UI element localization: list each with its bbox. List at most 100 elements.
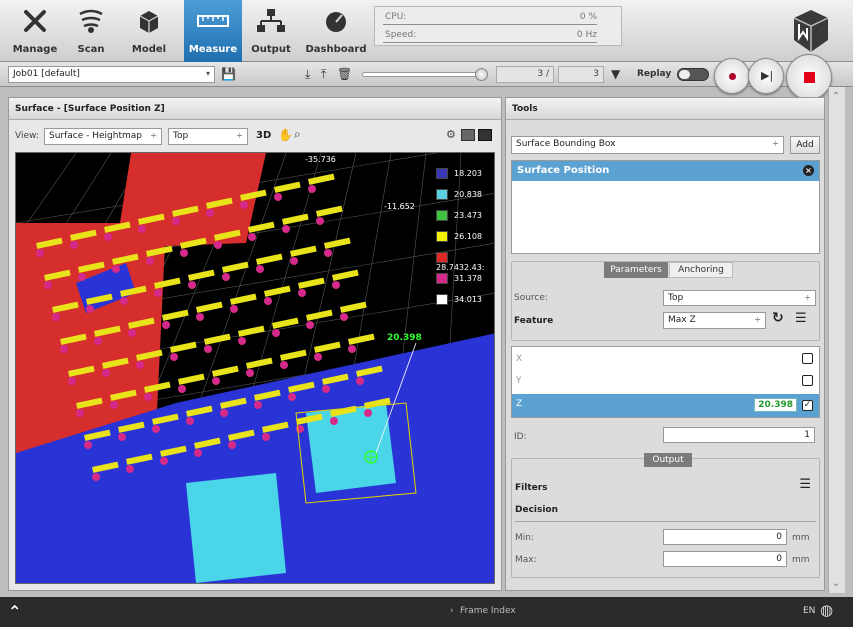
pin-tip — [136, 361, 144, 369]
pin-tip — [322, 385, 330, 393]
nav-model-label: Model — [131, 44, 167, 55]
upload-icon[interactable]: ⤒ — [321, 66, 326, 82]
speed-label: Speed: — [385, 30, 417, 40]
min-input[interactable]: 0 — [663, 529, 787, 545]
pin-tip — [248, 233, 256, 241]
legend-swatch — [436, 210, 448, 221]
pin-tip — [288, 393, 296, 401]
nav-manage[interactable]: Manage — [6, 0, 64, 62]
pin-tip — [102, 369, 110, 377]
pin-segment — [323, 237, 351, 249]
id-label: ID: — [514, 432, 527, 442]
view-mode-value: Surface - Heightmap — [49, 131, 143, 141]
download-icon[interactable]: ⤓ — [305, 66, 310, 82]
add-tool-button[interactable]: Add — [790, 136, 820, 154]
pin-tip — [146, 257, 154, 265]
hand-icon[interactable]: ✋ — [278, 128, 293, 142]
close-icon[interactable]: × — [803, 165, 814, 176]
pin-segment — [188, 269, 215, 281]
z-row[interactable]: Z 20.398 ✓ — [512, 394, 819, 417]
step-button[interactable]: ▶| — [748, 58, 784, 94]
nav-model[interactable]: Model — [120, 0, 178, 62]
nav-scan[interactable]: Scan — [62, 0, 120, 62]
expand-up-icon[interactable]: ⌃ — [8, 602, 21, 621]
mode-3d-button[interactable]: 3D — [256, 130, 271, 141]
language-label[interactable]: EN — [803, 606, 815, 616]
pin-tip — [298, 289, 306, 297]
nav-output[interactable]: Output — [242, 0, 300, 62]
max-label: Max: — [515, 555, 537, 565]
trash-icon[interactable]: 🗑 — [337, 66, 352, 82]
view-source-select[interactable]: Top ÷ — [168, 128, 248, 145]
frame-total-value: 3 — [593, 69, 599, 79]
heightmap-3d-view[interactable]: -35.736 -11.652 20.398 18.203 20.838 23.… — [15, 152, 495, 584]
pin-tip — [170, 353, 178, 361]
pin-tip — [84, 441, 92, 449]
cpu-line: CPU: 0 % — [383, 10, 597, 25]
layout-icon[interactable] — [461, 129, 475, 141]
refresh-icon[interactable]: ↻ — [772, 310, 784, 326]
view-mode-select[interactable]: Surface - Heightmap ÷ — [44, 128, 162, 145]
replay-label: Replay — [637, 69, 672, 79]
job-select[interactable]: Job01 [default] ▾ — [8, 66, 215, 83]
x-checkbox[interactable] — [802, 353, 813, 364]
chevron-down-icon: ÷ — [236, 131, 243, 140]
pin-tip — [348, 345, 356, 353]
source-select[interactable]: Top ÷ — [663, 290, 816, 306]
filter-icon[interactable]: ▼ — [611, 66, 620, 82]
toggle-knob — [679, 70, 690, 79]
frame-slider[interactable] — [362, 68, 488, 81]
replay-toggle[interactable] — [677, 68, 709, 81]
legend-item: 34.013 — [436, 294, 482, 308]
globe-icon[interactable]: ◍ — [820, 601, 833, 619]
y-checkbox[interactable] — [802, 375, 813, 386]
chevron-down-icon: ▾ — [205, 69, 210, 78]
scroll-up-icon[interactable]: ⌃ — [832, 91, 840, 102]
z-checkbox-checked-icon[interactable]: ✓ — [802, 400, 813, 411]
slider-handle[interactable] — [475, 68, 488, 81]
legend-value: 20.838 — [454, 190, 482, 199]
id-input[interactable]: 1 — [663, 427, 815, 443]
pin-tip — [110, 401, 118, 409]
list-icon[interactable]: ☰ — [795, 311, 807, 326]
tab-anchoring[interactable]: Anchoring — [669, 262, 733, 278]
pin-tip — [230, 305, 238, 313]
nav-dashboard[interactable]: Dashboard — [304, 0, 368, 62]
tool-type-value: Surface Bounding Box — [516, 139, 616, 149]
magnifier-icon[interactable]: ⌕ — [294, 127, 301, 142]
pin-tip — [332, 281, 340, 289]
scroll-down-icon[interactable]: ⌄ — [832, 578, 840, 589]
tool-list-item-surface-position[interactable]: Surface Position × — [512, 161, 819, 181]
pin-tip — [316, 217, 324, 225]
pin-tip — [44, 281, 52, 289]
nav-measure-label: Measure — [188, 44, 238, 55]
window-icon[interactable] — [478, 129, 492, 141]
cpu-label: CPU: — [385, 12, 407, 22]
pin-tip — [364, 409, 372, 417]
tab-parameters[interactable]: Parameters — [604, 262, 668, 278]
ruler-icon — [197, 15, 229, 27]
frame-current-input[interactable]: 3 / — [496, 66, 554, 83]
frame-current-value: 3 / — [537, 69, 549, 79]
output-tab[interactable]: Output — [644, 453, 692, 467]
settings-icon[interactable]: ⚙ — [446, 128, 456, 141]
network-icon — [257, 9, 285, 32]
pin-segment — [348, 333, 375, 345]
right-scrollbar[interactable]: ⌃ ⌄ — [828, 87, 845, 593]
pin-tip — [162, 321, 170, 329]
stop-button[interactable] — [786, 54, 832, 100]
pin-tip — [68, 377, 76, 385]
pin-tip — [120, 297, 128, 305]
save-icon[interactable]: 💾 — [221, 66, 236, 82]
status-bar: ⌃ › Frame Index EN ◍ — [0, 597, 853, 627]
chevron-down-icon: ÷ — [150, 131, 157, 140]
frame-index-toggle[interactable]: Frame Index — [460, 606, 516, 616]
feature-select[interactable]: Max Z ÷ — [663, 312, 766, 329]
filter-list-icon[interactable]: ☰ — [799, 477, 811, 492]
record-button[interactable] — [714, 58, 750, 94]
nav-measure[interactable]: Measure — [184, 0, 242, 62]
max-input[interactable]: 0 — [663, 551, 787, 567]
tool-type-select[interactable]: Surface Bounding Box ÷ — [511, 136, 784, 154]
legend-value: 26.108 — [454, 232, 482, 241]
tool-list: Surface Position × — [511, 160, 820, 254]
